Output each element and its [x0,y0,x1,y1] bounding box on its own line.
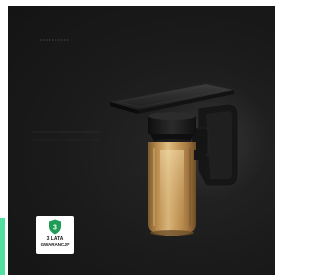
warranty-badge: 3 3 LATA GWARANCJI* [36,216,74,254]
badge-icon-number: 3 [53,225,57,232]
shield-check-icon: 3 [49,219,61,235]
lamp-neck [148,112,196,145]
bracket-connector [194,150,206,160]
product-image-frame: 3 3 LATA GWARANCJI* [0,0,275,275]
badge-line-2: GWARANCJI* [40,242,70,247]
glass-diffuser [148,142,196,236]
